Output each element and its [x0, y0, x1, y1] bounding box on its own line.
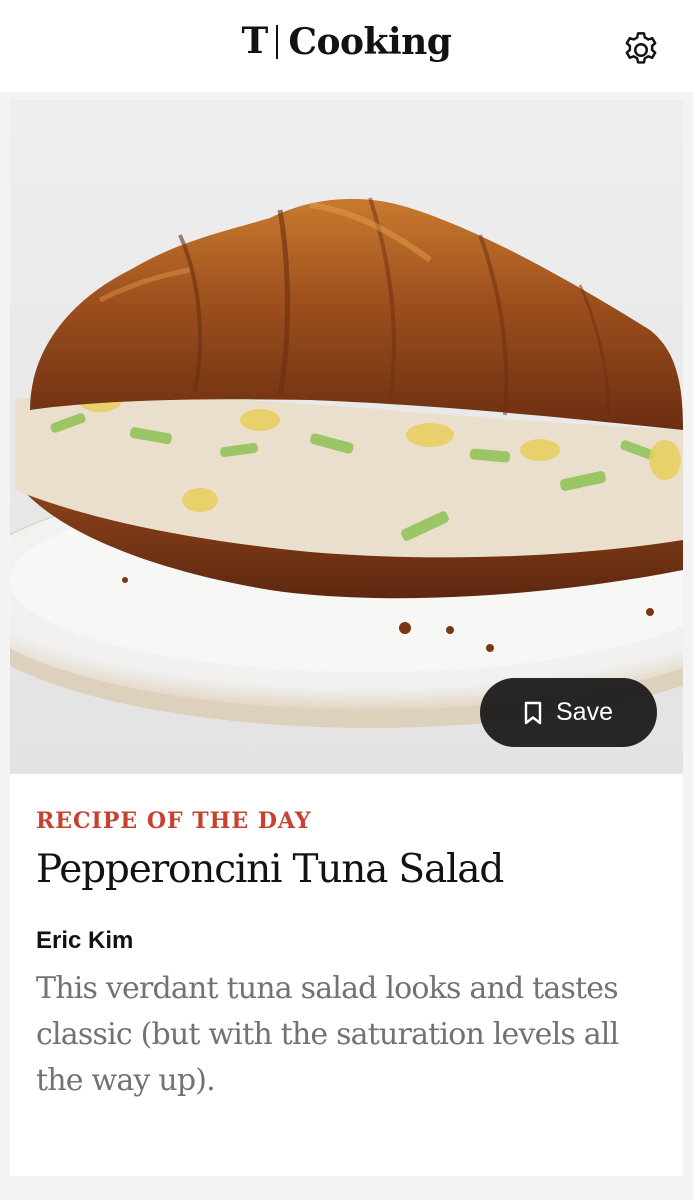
settings-button[interactable]: [619, 28, 663, 72]
recipe-hero-image[interactable]: Save: [10, 100, 683, 774]
top-bar: T Cooking: [0, 0, 693, 92]
recipe-description: This verdant tuna salad looks and tastes…: [36, 971, 619, 1098]
recipe-author[interactable]: Eric Kim: [36, 926, 666, 956]
brand-name: Cooking: [288, 21, 452, 63]
app-screen: T Cooking Save RECIPE OF THE DAY Peppero…: [0, 0, 693, 1200]
recipe-card[interactable]: Save RECIPE OF THE DAY Pepperoncini Tuna…: [10, 100, 683, 1176]
croissant-sandwich-photo: [10, 100, 683, 774]
recipe-kicker: RECIPE OF THE DAY: [36, 808, 312, 834]
bookmark-icon: [524, 701, 542, 724]
recipe-summary: RECIPE OF THE DAY Pepperoncini Tuna Sala…: [36, 806, 666, 1104]
gear-icon: [625, 32, 657, 64]
nyt-t-logo: T: [241, 20, 269, 62]
recipe-title[interactable]: Pepperoncini Tuna Salad: [36, 846, 666, 894]
nyt-cooking-logo[interactable]: T Cooking: [0, 20, 693, 63]
logo-divider: [276, 25, 279, 59]
save-button[interactable]: Save: [480, 678, 657, 747]
save-label: Save: [556, 698, 613, 726]
